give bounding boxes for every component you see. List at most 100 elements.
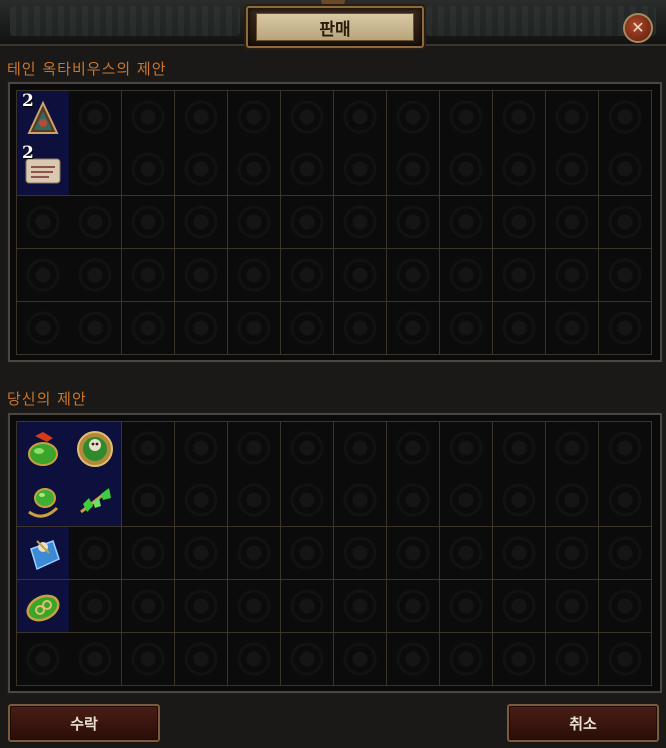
your-offer-slot[interactable] [546, 421, 599, 475]
your-offer-slot[interactable] [387, 633, 440, 686]
their-offer-slot[interactable] [281, 196, 334, 249]
their-offer-slot[interactable] [546, 196, 599, 249]
their-offer-slot[interactable] [440, 249, 493, 302]
their-offer-slot[interactable] [175, 249, 228, 302]
their-offer-slot[interactable] [334, 90, 387, 144]
their-offer-slot[interactable] [440, 196, 493, 249]
your-offer-slot[interactable] [228, 421, 281, 475]
their-offer-slot[interactable] [175, 143, 228, 196]
your-offer-slot[interactable] [334, 580, 387, 633]
your-offer-slot[interactable] [69, 527, 122, 580]
their-offer-slot[interactable] [334, 249, 387, 302]
your-offer-slot[interactable] [69, 580, 122, 633]
your-offer-slot[interactable] [599, 527, 652, 580]
your-offer-slot[interactable] [599, 474, 652, 527]
your-offer-slot[interactable] [440, 474, 493, 527]
your-offer-slot[interactable] [546, 633, 599, 686]
their-offer-slot[interactable] [387, 196, 440, 249]
your-offer-slot[interactable] [122, 474, 175, 527]
their-offer-slot[interactable] [334, 143, 387, 196]
your-offer-slot[interactable] [493, 633, 546, 686]
green-skull-amulet-icon[interactable] [75, 430, 115, 468]
your-offer-slot[interactable] [546, 474, 599, 527]
green-crystal-branch-icon[interactable] [75, 482, 115, 520]
their-offer-slot[interactable] [387, 90, 440, 144]
your-offer-slot[interactable] [228, 633, 281, 686]
their-offer-slot[interactable] [493, 196, 546, 249]
your-offer-slot[interactable] [122, 421, 175, 475]
your-offer-slot[interactable] [334, 527, 387, 580]
your-offer-slot[interactable] [228, 580, 281, 633]
their-offer-slot[interactable] [281, 143, 334, 196]
green-gem-flame-icon[interactable] [23, 430, 63, 468]
their-offer-slot[interactable] [281, 249, 334, 302]
their-offer-slot[interactable] [546, 143, 599, 196]
your-offer-slot[interactable] [175, 421, 228, 475]
your-offer-slot[interactable] [175, 474, 228, 527]
your-offer-slot[interactable] [69, 633, 122, 686]
their-offer-slot[interactable] [122, 302, 175, 355]
your-offer-slot[interactable] [228, 527, 281, 580]
their-offer-slot[interactable] [175, 90, 228, 144]
their-offer-slot[interactable] [493, 302, 546, 355]
their-offer-slot[interactable] [440, 143, 493, 196]
their-offer-slot[interactable]: 2 [16, 90, 70, 144]
their-offer-slot[interactable] [493, 249, 546, 302]
their-offer-slot[interactable] [387, 143, 440, 196]
their-offer-slot[interactable] [546, 302, 599, 355]
their-offer-slot[interactable] [493, 90, 546, 144]
your-offer-slot[interactable] [493, 474, 546, 527]
your-offer-slot[interactable] [122, 580, 175, 633]
your-offer-slot[interactable] [493, 527, 546, 580]
your-offer-slot[interactable] [599, 633, 652, 686]
your-offer-slot[interactable] [16, 527, 70, 580]
their-offer-slot[interactable] [546, 90, 599, 144]
your-offer-slot[interactable] [281, 580, 334, 633]
their-offer-slot[interactable] [334, 302, 387, 355]
their-offer-slot[interactable] [122, 249, 175, 302]
their-offer-slot[interactable] [387, 249, 440, 302]
their-offer-slot[interactable] [599, 196, 652, 249]
their-offer-slot[interactable] [228, 302, 281, 355]
your-offer-slot[interactable] [440, 527, 493, 580]
their-offer-slot[interactable] [69, 302, 122, 355]
their-offer-slot[interactable] [122, 143, 175, 196]
their-offer-slot[interactable] [69, 196, 122, 249]
blue-skull-gem-icon[interactable] [23, 535, 63, 573]
their-offer-slot[interactable] [334, 196, 387, 249]
their-offer-slot[interactable] [69, 90, 122, 144]
their-offer-slot[interactable] [228, 143, 281, 196]
their-offer-slot[interactable] [228, 90, 281, 144]
their-offer-slot[interactable] [281, 302, 334, 355]
your-offer-slot[interactable] [122, 527, 175, 580]
your-offer-slot[interactable] [387, 474, 440, 527]
their-offer-slot[interactable] [228, 249, 281, 302]
your-offer-slot[interactable] [334, 633, 387, 686]
your-offer-slot[interactable] [493, 421, 546, 475]
their-offer-slot[interactable] [599, 249, 652, 302]
close-icon[interactable]: ✕ [623, 13, 653, 43]
your-offer-slot[interactable] [334, 421, 387, 475]
their-offer-slot[interactable] [69, 249, 122, 302]
your-offer-slot[interactable] [334, 474, 387, 527]
their-offer-slot[interactable] [175, 302, 228, 355]
their-offer-slot[interactable] [228, 196, 281, 249]
your-offer-slot[interactable] [228, 474, 281, 527]
their-offer-slot[interactable] [440, 302, 493, 355]
their-offer-slot[interactable]: 2 [16, 143, 70, 196]
your-offer-slot[interactable] [387, 580, 440, 633]
their-offer-slot[interactable] [387, 302, 440, 355]
accept-button[interactable]: 수락 [8, 704, 160, 742]
their-offer-slot[interactable] [122, 196, 175, 249]
their-offer-slot[interactable] [122, 90, 175, 144]
your-offer-slot[interactable] [281, 633, 334, 686]
your-offer-slot[interactable] [16, 421, 70, 475]
your-offer-slot[interactable] [281, 527, 334, 580]
your-offer-slot[interactable] [440, 421, 493, 475]
their-offer-slot[interactable] [493, 143, 546, 196]
their-offer-slot[interactable] [16, 196, 70, 249]
your-offer-slot[interactable] [546, 580, 599, 633]
your-offer-slot[interactable] [69, 421, 122, 475]
your-offer-slot[interactable] [281, 421, 334, 475]
your-offer-slot[interactable] [16, 474, 70, 527]
